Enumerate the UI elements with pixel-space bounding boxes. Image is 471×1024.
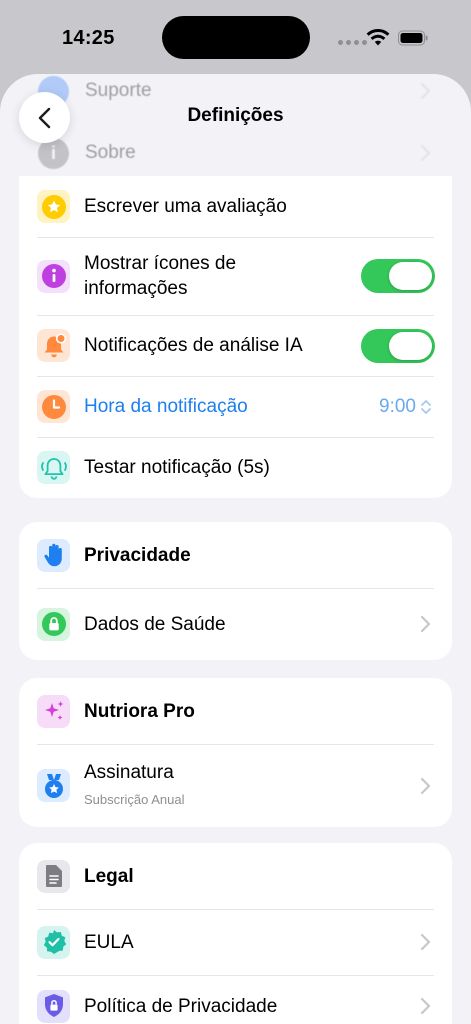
subscription-label: Assinatura [84, 761, 174, 783]
pro-header: Nutriora Pro [19, 678, 452, 744]
support-label: Suporte [85, 80, 152, 101]
about-label: Sobre [85, 142, 136, 163]
show-info-icons-label: Mostrar ícones de informações [84, 253, 237, 299]
chevron-right-icon [420, 82, 431, 100]
chevron-up-down-icon [421, 399, 431, 414]
show-info-icons-toggle[interactable] [361, 259, 435, 293]
general-settings-card: Escrever uma avaliação Mostrar ícones de… [19, 176, 452, 498]
scrolled-section: Suporte i Sobre [20, 74, 452, 184]
status-bar: 14:25 [0, 0, 471, 74]
write-review-row[interactable]: Escrever uma avaliação [19, 176, 452, 237]
chevron-right-icon [420, 144, 431, 162]
health-data-row[interactable]: Dados de Saúde [19, 588, 452, 660]
notification-time-label: Hora da notificação [84, 396, 248, 417]
ai-notifications-toggle[interactable] [361, 328, 435, 363]
about-row[interactable]: i Sobre [20, 122, 452, 184]
chevron-right-icon [420, 777, 431, 794]
subscription-row[interactable]: Assinatura Subscrição Anual [19, 744, 452, 827]
write-review-label: Escrever uma avaliação [84, 196, 287, 217]
bell-ringing-icon [37, 451, 70, 484]
info-icon [37, 259, 70, 293]
notification-time-row[interactable]: Hora da notificação 9:00 [19, 376, 452, 437]
battery-icon [398, 30, 428, 46]
health-data-label: Dados de Saúde [84, 613, 226, 635]
sparkles-icon [37, 694, 70, 728]
dynamic-island [162, 16, 310, 59]
wifi-icon [366, 28, 390, 46]
page-title: Definições [187, 105, 284, 126]
privacy-policy-label: Política de Privacidade [84, 995, 278, 1017]
ai-notifications-row: Notificações de análise IA [19, 315, 452, 376]
eula-row[interactable]: EULA [19, 909, 452, 975]
document-icon [37, 859, 70, 893]
privacy-header-label: Privacidade [84, 544, 191, 566]
test-notification-row[interactable]: Testar notificação (5s) [19, 437, 452, 498]
legal-header: Legal [19, 843, 452, 909]
medal-icon [37, 769, 70, 802]
privacy-policy-row[interactable]: Política de Privacidade [19, 975, 452, 1024]
lock-icon [37, 607, 70, 641]
privacy-card: Privacidade Dados de Saúde [19, 522, 452, 660]
subscription-text: Assinatura Subscrição Anual [84, 760, 420, 812]
hand-raised-icon [37, 538, 70, 572]
bell-badge-icon [37, 329, 70, 362]
test-notification-label: Testar notificação (5s) [84, 457, 270, 478]
chevron-right-icon [420, 997, 431, 1015]
chevron-right-icon [420, 615, 431, 633]
show-info-icons-row: Mostrar ícones de informações [19, 237, 452, 315]
lock-shield-icon [37, 989, 70, 1023]
settings-sheet: Suporte i Sobre Definições Escrever uma … [0, 74, 471, 1024]
legal-card: Legal EULA Política de Privacidade [19, 843, 452, 1024]
checkmark-seal-icon [37, 925, 70, 959]
status-time: 14:25 [62, 27, 115, 49]
chevron-right-icon [420, 933, 431, 951]
pro-header-label: Nutriora Pro [84, 700, 195, 722]
notification-time-value[interactable]: 9:00 [379, 396, 416, 418]
privacy-header: Privacidade [19, 522, 452, 588]
ai-notifications-label: Notificações de análise IA [84, 335, 303, 356]
nutriora-pro-card: Nutriora Pro Assinatura Subscrição Anual [19, 678, 452, 827]
legal-header-label: Legal [84, 865, 134, 887]
star-icon [37, 190, 70, 223]
subscription-subtitle: Subscrição Anual [84, 791, 185, 807]
cellular-signal-icon [338, 40, 367, 45]
eula-label: EULA [84, 931, 134, 953]
clock-icon [37, 390, 70, 423]
